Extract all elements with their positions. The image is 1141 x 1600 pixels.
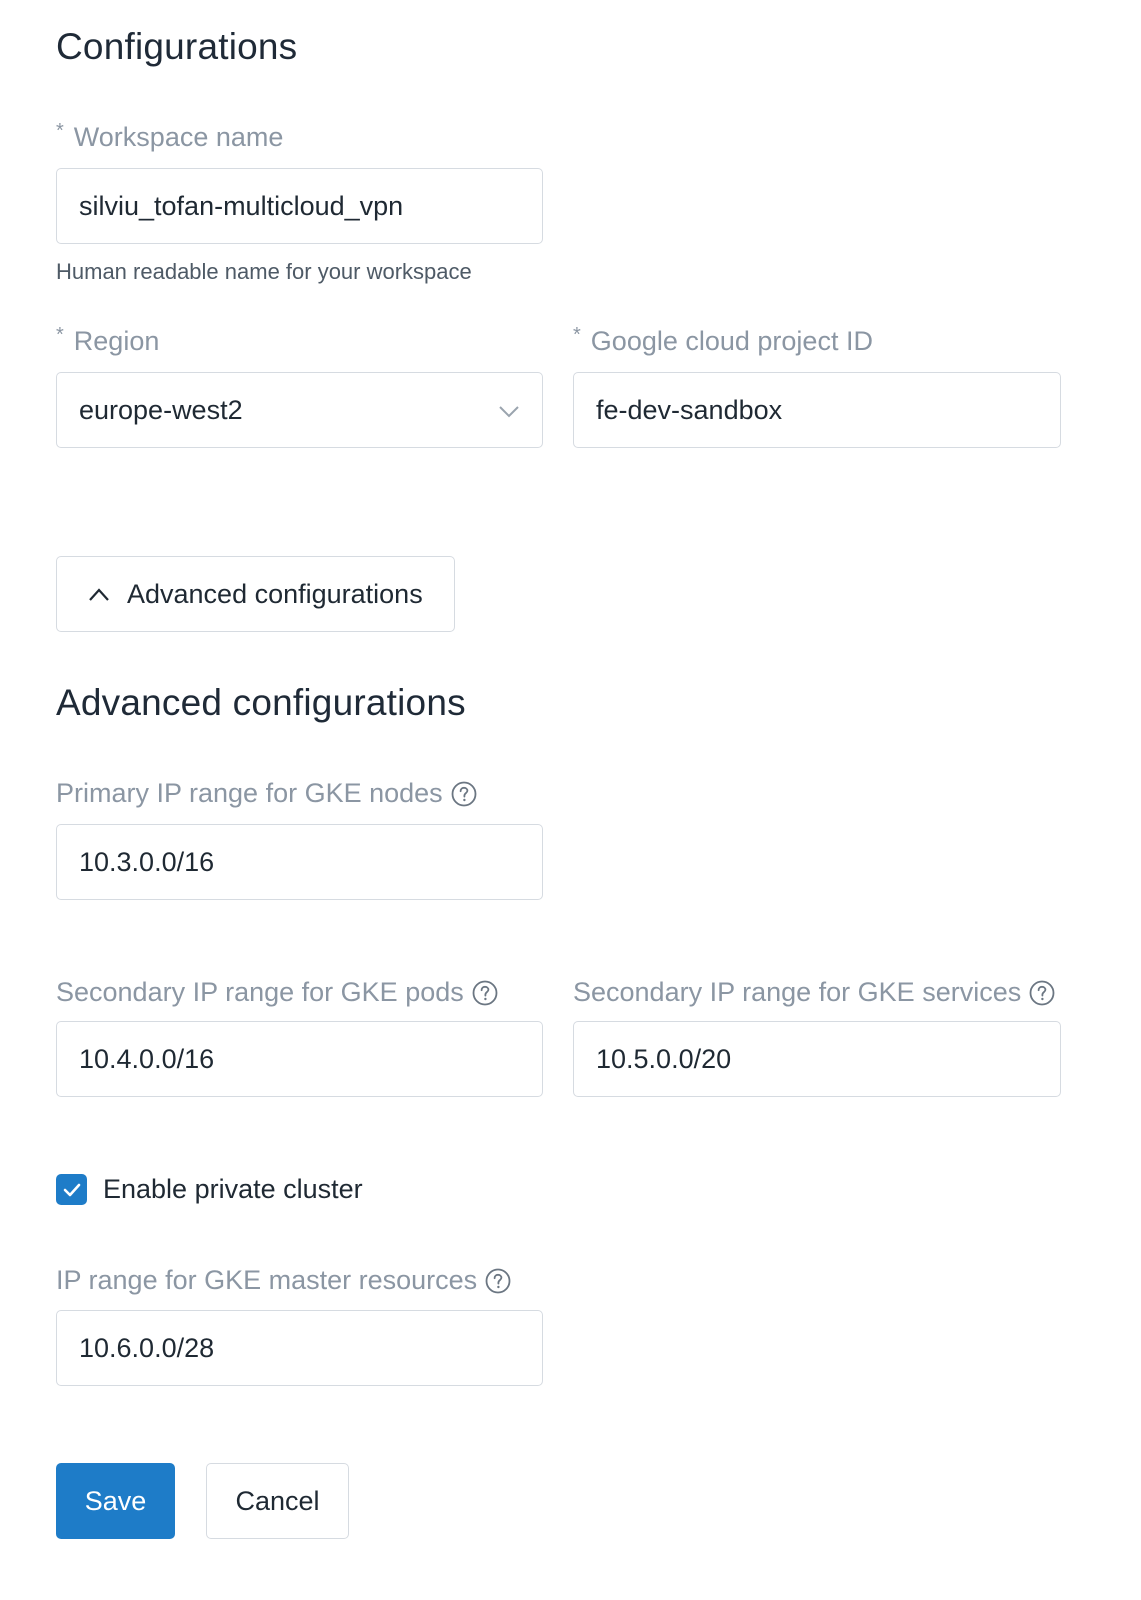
project-id-input[interactable]: fe-dev-sandbox xyxy=(573,372,1061,448)
services-ip-range-value: 10.5.0.0/20 xyxy=(596,1043,732,1074)
project-id-label-text: Google cloud project ID xyxy=(590,326,873,356)
workspace-name-value: silviu_tofan-multicloud_vpn xyxy=(79,190,404,221)
project-id-label: * Google cloud project ID xyxy=(573,323,873,356)
master-ip-range-value: 10.6.0.0/28 xyxy=(79,1332,215,1363)
master-ip-range-label: IP range for GKE master resources xyxy=(56,1267,511,1294)
primary-ip-range-label-text: Primary IP range for GKE nodes xyxy=(56,778,443,808)
required-marker: * xyxy=(56,119,64,142)
required-marker: * xyxy=(573,323,581,346)
chevron-up-icon xyxy=(87,579,111,610)
private-cluster-row: Enable private cluster xyxy=(56,1174,363,1205)
required-marker: * xyxy=(56,323,64,346)
pods-ip-range-label: Secondary IP range for GKE pods xyxy=(56,979,498,1006)
master-ip-range-label-text: IP range for GKE master resources xyxy=(56,1265,478,1295)
primary-ip-range-value: 10.3.0.0/16 xyxy=(79,846,215,877)
workspace-name-label: * Workspace name xyxy=(56,119,284,152)
configurations-title: Configurations xyxy=(56,26,298,67)
primary-ip-range-input[interactable]: 10.3.0.0/16 xyxy=(56,824,543,900)
question-circle-icon[interactable] xyxy=(472,980,498,1006)
advanced-configurations-toggle-button[interactable]: Advanced configurations xyxy=(56,556,455,632)
chevron-down-icon xyxy=(498,395,520,426)
private-cluster-checkbox[interactable] xyxy=(56,1174,87,1205)
question-circle-icon[interactable] xyxy=(451,781,477,807)
project-id-value: fe-dev-sandbox xyxy=(596,394,783,425)
workspace-name-label-text: Workspace name xyxy=(73,122,284,152)
primary-ip-range-label: Primary IP range for GKE nodes xyxy=(56,780,477,807)
master-ip-range-input[interactable]: 10.6.0.0/28 xyxy=(56,1310,543,1386)
pods-ip-range-input[interactable]: 10.4.0.0/16 xyxy=(56,1021,543,1097)
pods-ip-range-label-text: Secondary IP range for GKE pods xyxy=(56,977,464,1007)
services-ip-range-input[interactable]: 10.5.0.0/20 xyxy=(573,1021,1061,1097)
pods-ip-range-value: 10.4.0.0/16 xyxy=(79,1043,215,1074)
services-ip-range-label-text: Secondary IP range for GKE services xyxy=(573,977,1022,1007)
region-label: * Region xyxy=(56,323,160,356)
region-value: europe-west2 xyxy=(79,394,243,425)
private-cluster-label[interactable]: Enable private cluster xyxy=(103,1174,363,1205)
workspace-name-input[interactable]: silviu_tofan-multicloud_vpn xyxy=(56,168,543,244)
save-button[interactable]: Save xyxy=(56,1463,175,1539)
region-select[interactable]: europe-west2 xyxy=(56,372,543,448)
services-ip-range-label: Secondary IP range for GKE services xyxy=(573,979,1055,1006)
workspace-name-help: Human readable name for your workspace xyxy=(56,259,472,284)
advanced-configurations-title: Advanced configurations xyxy=(56,682,466,723)
checkmark-icon xyxy=(63,1183,80,1196)
cancel-button[interactable]: Cancel xyxy=(206,1463,349,1539)
region-label-text: Region xyxy=(73,326,160,356)
question-circle-icon[interactable] xyxy=(1029,980,1055,1006)
advanced-configurations-toggle-label: Advanced configurations xyxy=(127,578,423,609)
question-circle-icon[interactable] xyxy=(485,1268,511,1294)
